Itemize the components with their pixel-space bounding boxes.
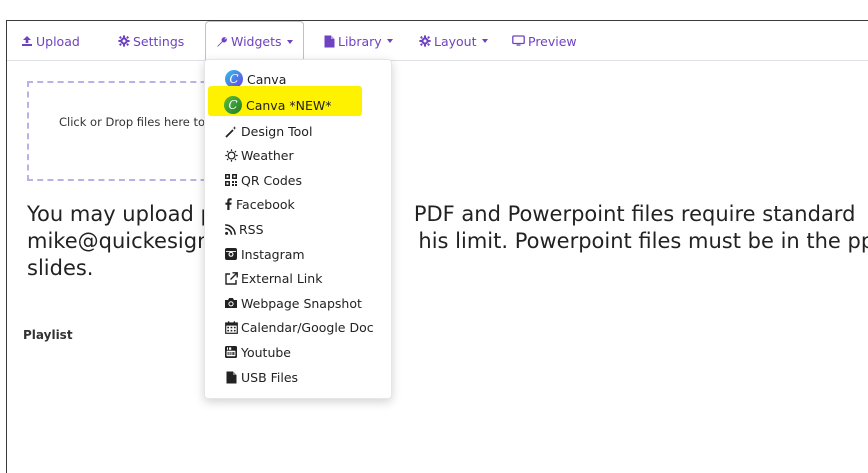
canva-new-logo-icon: C (224, 96, 242, 114)
chevron-down-icon (481, 39, 488, 43)
tab-preview[interactable]: Preview (512, 21, 577, 61)
menu-item-weather[interactable]: Weather (224, 145, 294, 165)
tab-widgets[interactable]: Widgets (205, 21, 304, 62)
tab-preview-label: Preview (528, 33, 577, 49)
youtube-icon (224, 345, 238, 359)
chevron-down-icon (386, 39, 393, 43)
menu-item-instagram[interactable]: Instagram (224, 244, 305, 264)
file-icon (224, 370, 238, 384)
tab-upload-label: Upload (36, 33, 80, 49)
file-dropzone[interactable]: Click or Drop files here to (27, 81, 227, 181)
menu-item-design-tool[interactable]: Design Tool (224, 121, 312, 141)
info-line-1: You may upload p PDF and Powerpoint files… (27, 202, 856, 226)
chevron-down-icon (286, 39, 293, 44)
app-frame: Upload Settings Widgets Library Layout P… (6, 20, 868, 473)
instagram-icon (224, 247, 238, 261)
magic-wand-icon (224, 124, 238, 138)
external-link-icon (224, 271, 238, 285)
monitor-icon (512, 35, 525, 47)
qr-code-icon (224, 173, 238, 187)
widgets-dropdown-items: C Canva *NEW* Design Tool Weather QR Cod… (204, 59, 392, 399)
tab-widgets-label: Widgets (231, 34, 282, 49)
menu-item-canva-new[interactable]: C Canva *NEW* (224, 95, 331, 115)
menu-item-youtube[interactable]: Youtube (224, 342, 291, 362)
calendar-icon (224, 320, 238, 334)
info-line-2: mike@quickesign his limit. Powerpoint fil… (27, 229, 868, 253)
camera-icon (224, 296, 238, 310)
menu-item-qr-codes[interactable]: QR Codes (224, 170, 302, 190)
tab-settings-label: Settings (133, 33, 185, 49)
tab-settings[interactable]: Settings (118, 21, 184, 61)
upload-info-text: You may upload p PDF and Powerpoint files… (27, 201, 868, 282)
gear-icon (419, 35, 431, 47)
menu-item-webpage-snapshot[interactable]: Webpage Snapshot (224, 293, 362, 313)
facebook-icon (224, 197, 233, 211)
sun-icon (224, 148, 238, 162)
info-line-3: slides. (27, 256, 94, 280)
menu-item-rss[interactable]: RSS (224, 219, 264, 239)
menu-item-facebook[interactable]: Facebook (224, 194, 295, 214)
tab-layout-label: Layout (434, 33, 477, 49)
menu-item-external-link[interactable]: External Link (224, 268, 322, 288)
tab-library[interactable]: Library (324, 21, 393, 61)
menu-item-usb-files[interactable]: USB Files (224, 367, 298, 387)
menu-item-calendar-google-doc[interactable]: Calendar/Google Doc (224, 317, 374, 337)
dropzone-text: Click or Drop files here to (59, 115, 206, 129)
tab-layout[interactable]: Layout (419, 21, 488, 61)
upload-icon (21, 35, 33, 47)
file-icon (324, 35, 335, 48)
tab-library-label: Library (338, 33, 382, 49)
rss-icon (224, 222, 236, 236)
gear-icon (118, 35, 130, 47)
tab-upload[interactable]: Upload (21, 21, 80, 61)
nav-tabs: Upload Settings Widgets Library Layout P… (7, 21, 868, 62)
playlist-label: Playlist (23, 328, 73, 342)
wrench-icon (216, 36, 228, 48)
